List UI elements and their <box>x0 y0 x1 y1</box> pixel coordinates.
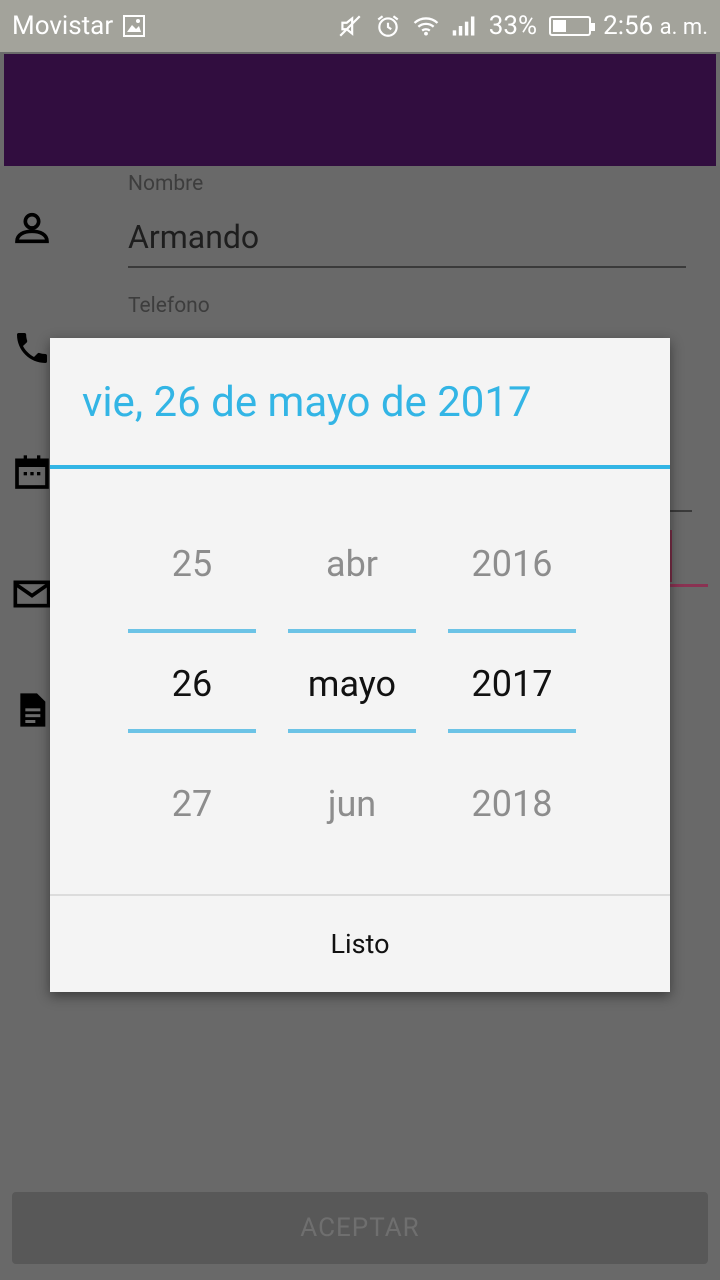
app-bar <box>4 54 716 166</box>
date-picker-header: vie, 26 de mayo de 2017 <box>50 338 670 470</box>
person-icon <box>12 208 52 248</box>
nombre-label: Nombre <box>128 172 204 196</box>
accept-button[interactable]: ACEPTAR <box>12 1192 708 1264</box>
clock-time: 2:56 <box>603 11 654 41</box>
field-underline-stub <box>668 510 692 512</box>
image-notification-icon <box>121 13 147 39</box>
calendar-icon <box>12 452 52 492</box>
nombre-field[interactable]: Armando <box>128 218 259 256</box>
mute-icon <box>337 13 363 39</box>
phone-icon <box>12 328 52 368</box>
nombre-underline <box>128 266 686 268</box>
month-selection-bottom-line <box>288 729 416 733</box>
month-selection-top-line <box>288 629 416 633</box>
year-selected[interactable]: 2017 <box>448 663 576 705</box>
day-selection-top-line <box>128 629 256 633</box>
day-next[interactable]: 27 <box>128 783 256 825</box>
done-button[interactable]: Listo <box>50 896 670 992</box>
year-selection-bottom-line <box>448 729 576 733</box>
date-picker-dialog: vie, 26 de mayo de 2017 25 26 27 abr may… <box>50 338 670 992</box>
clock-ampm: a. m. <box>659 15 708 40</box>
month-prev[interactable]: abr <box>288 543 416 585</box>
telefono-label: Telefono <box>128 294 210 318</box>
month-next[interactable]: jun <box>288 783 416 825</box>
day-prev[interactable]: 25 <box>128 543 256 585</box>
signal-icon <box>451 13 477 39</box>
alarm-icon <box>375 13 401 39</box>
battery-icon <box>549 16 596 36</box>
battery-percent: 33% <box>488 11 538 41</box>
year-next[interactable]: 2018 <box>448 783 576 825</box>
selected-date-title: vie, 26 de mayo de 2017 <box>82 378 532 427</box>
year-prev[interactable]: 2016 <box>448 543 576 585</box>
day-selected[interactable]: 26 <box>128 663 256 705</box>
status-icons: 33% 2:56 a. m. <box>337 11 708 41</box>
wifi-icon <box>413 13 439 39</box>
month-selected[interactable]: mayo <box>288 663 416 705</box>
header-divider <box>50 465 670 469</box>
clock: 2:56 a. m. <box>603 11 708 41</box>
carrier-group: Movistar <box>12 11 147 41</box>
year-selection-top-line <box>448 629 576 633</box>
day-selection-bottom-line <box>128 729 256 733</box>
carrier-name: Movistar <box>12 11 114 41</box>
description-icon <box>12 690 52 730</box>
email-icon <box>12 574 52 614</box>
status-bar: Movistar 33% 2:56 a. m. <box>0 0 720 52</box>
